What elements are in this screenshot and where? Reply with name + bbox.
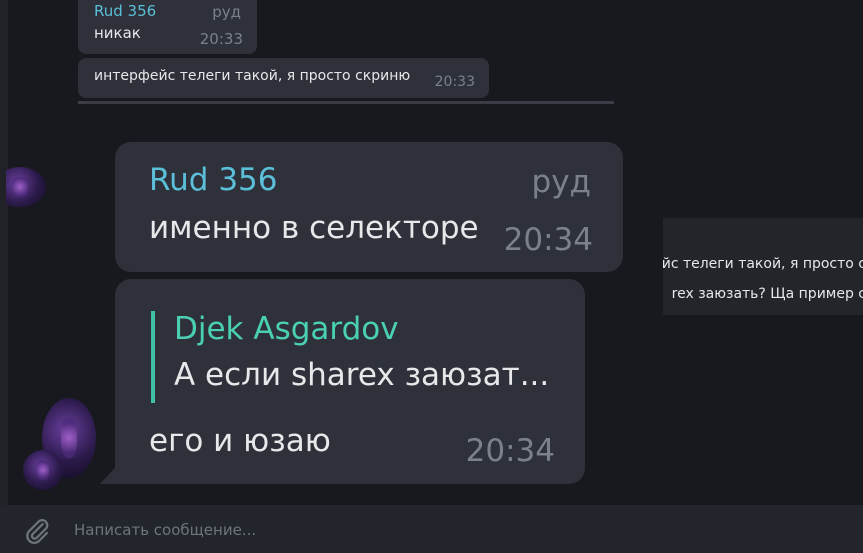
user-avatar[interactable] (6, 167, 46, 207)
zoomed-message-bubble[interactable]: Rud 356 руд именно в селекторе 20:34 (115, 142, 623, 272)
paperclip-icon[interactable] (22, 516, 52, 546)
sender-alias: руд (531, 164, 591, 200)
message-time: 20:33 (199, 30, 243, 48)
message-bubble[interactable]: Rud 356 руд никак 20:33 (78, 0, 257, 54)
message-text: именно в селекторе (149, 210, 479, 246)
reply-quote[interactable]: Djek Asgardov А если sharex заюзат... (151, 311, 555, 403)
reply-quote-text: А если sharex заюзат... (174, 357, 550, 393)
message-bubble[interactable]: интерфейс телеги такой, я просто скриню … (78, 58, 489, 98)
sender-name[interactable]: Rud 356 (94, 2, 156, 20)
reply-sender-name: Djek Asgardov (174, 311, 399, 347)
message-input[interactable] (74, 521, 674, 539)
message-text: интерфейс телеги такой, я просто скриню (94, 68, 411, 84)
sender-alias: руд (212, 3, 241, 21)
screenshot-preview[interactable]: йс телеги такой, я просто с rex заюзать?… (663, 218, 863, 315)
message-text: никак (94, 24, 141, 42)
message-time: 20:34 (503, 222, 593, 258)
preview-line: rex заюзать? Ща пример с (671, 286, 863, 302)
sender-name[interactable]: Rud 356 (149, 162, 278, 198)
preview-line: йс телеги такой, я просто с (663, 256, 863, 272)
chat-left-edge (0, 0, 8, 505)
zoomed-reply-bubble[interactable]: Djek Asgardov А если sharex заюзат... ег… (115, 279, 585, 484)
user-avatar[interactable] (23, 450, 63, 490)
message-time: 20:33 (434, 74, 475, 90)
message-time: 20:34 (465, 433, 555, 469)
message-text: его и юзаю (149, 423, 331, 459)
screenshot-image-edge[interactable] (78, 101, 614, 104)
